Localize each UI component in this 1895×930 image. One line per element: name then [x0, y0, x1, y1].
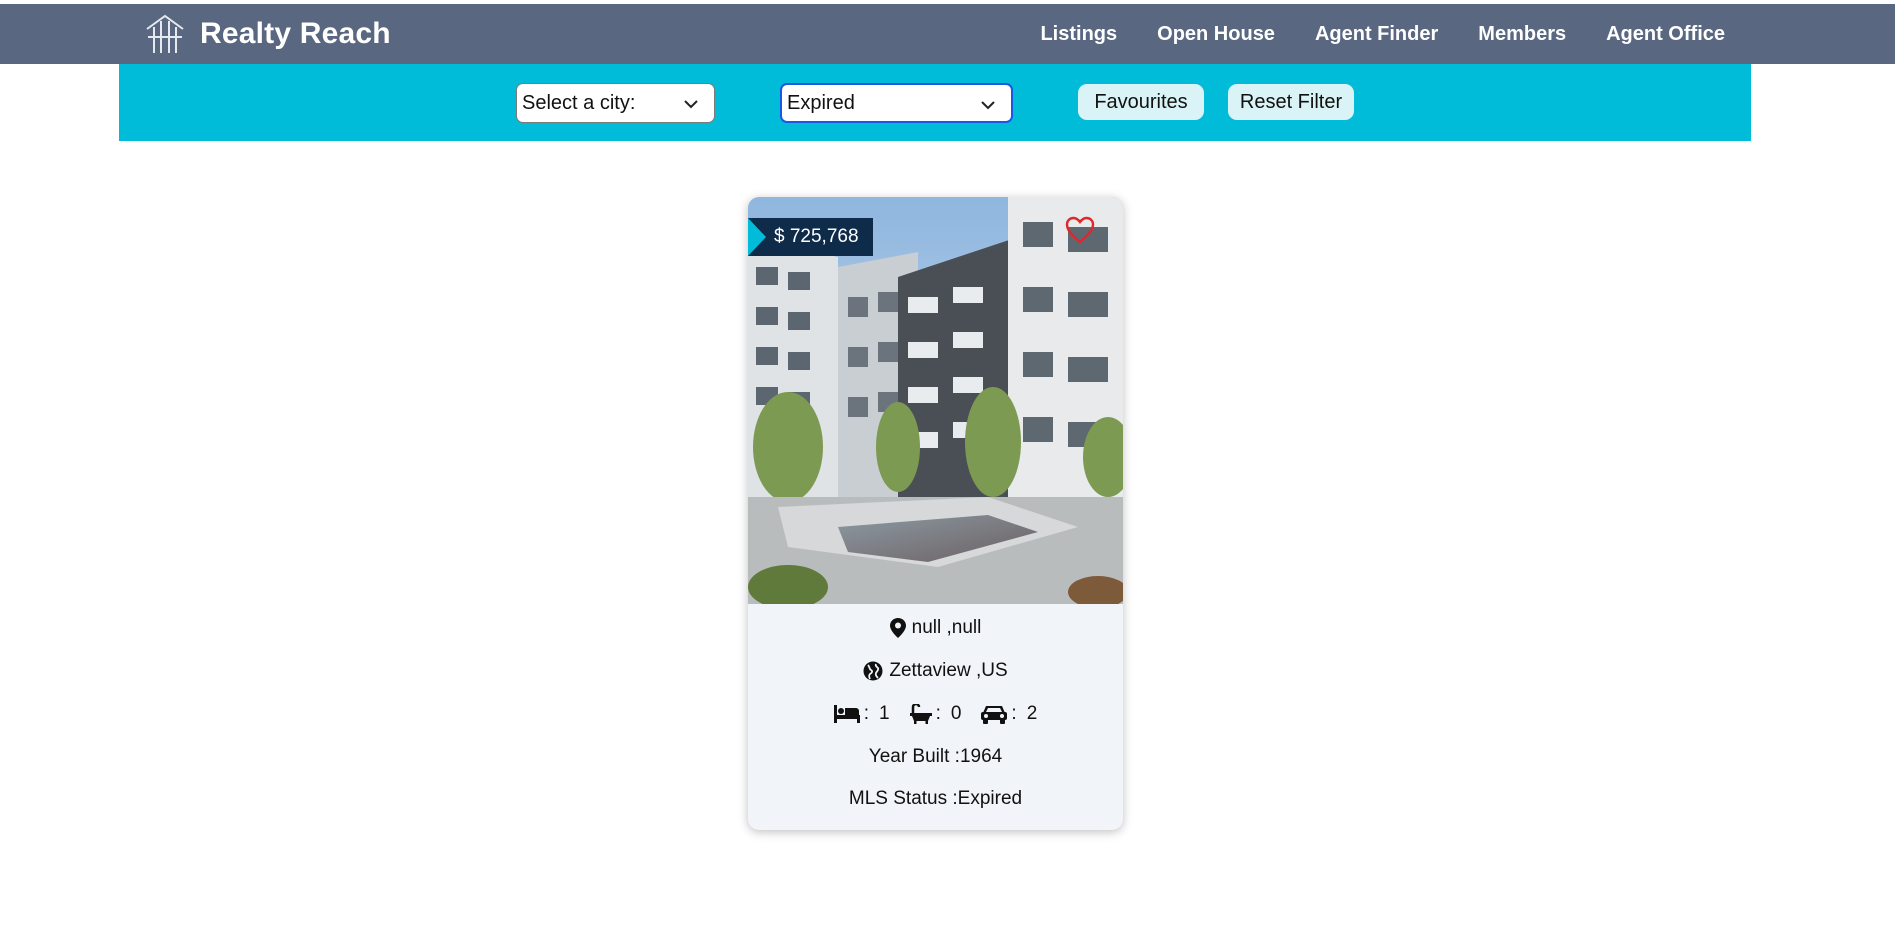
nav-links: Listings Open House Agent Finder Members…: [1040, 4, 1725, 64]
brand-link[interactable]: Realty Reach: [144, 14, 391, 54]
city-select-value: Select a city:: [522, 91, 636, 114]
listing-photo: [748, 197, 1123, 604]
status-select-value: Expired: [787, 91, 855, 114]
price-tag-arrow: [748, 218, 766, 256]
city-select[interactable]: Select a city:: [516, 83, 715, 123]
price-tag: $ 725,768: [748, 218, 873, 256]
year-built: Year Built :1964: [868, 746, 1003, 767]
listing-price: $ 725,768: [774, 226, 859, 247]
globe-icon: [863, 661, 883, 681]
parking-count: 2: [1026, 703, 1038, 724]
car-icon: [981, 706, 1008, 724]
favourites-button[interactable]: Favourites: [1078, 84, 1204, 120]
nav-item-agent-finder[interactable]: Agent Finder: [1315, 23, 1438, 46]
beds-feature: : 1: [833, 703, 904, 725]
location-row: Zettaview ,US: [748, 660, 1123, 682]
top-navbar: Realty Reach Listings Open House Agent F…: [0, 4, 1895, 64]
parking-feature: : 2: [981, 703, 1037, 725]
filter-bar: Select a city: Expired Favourites Reset …: [119, 64, 1751, 141]
nav-item-members[interactable]: Members: [1478, 23, 1566, 46]
listing-address: null ,null: [911, 617, 982, 638]
reset-filter-button[interactable]: Reset Filter: [1228, 84, 1354, 120]
heart-icon[interactable]: [1064, 214, 1096, 246]
brand-name: Realty Reach: [200, 17, 391, 50]
listing-card[interactable]: $ 725,768 null ,null Zettaview ,US: 1:…: [748, 197, 1123, 830]
address-row: null ,null: [748, 617, 1123, 639]
listing-location: Zettaview ,US: [889, 660, 1008, 681]
bed-icon: [833, 705, 860, 723]
chevron-down-icon: [684, 100, 698, 109]
baths-feature: : 0: [909, 703, 976, 725]
nav-item-agent-office[interactable]: Agent Office: [1606, 23, 1725, 46]
mls-status-row: MLS Status :Expired: [748, 788, 1123, 810]
map-pin-icon: [889, 618, 906, 638]
year-built-row: Year Built :1964: [748, 746, 1123, 768]
chevron-down-icon: [981, 101, 995, 110]
nav-item-open-house[interactable]: Open House: [1157, 23, 1275, 46]
status-select[interactable]: Expired: [780, 83, 1013, 123]
features-row: : 1 : 0: 2: [748, 703, 1123, 725]
nav-item-listings[interactable]: Listings: [1040, 23, 1117, 46]
building-logo-icon: [146, 14, 184, 53]
bath-icon: [909, 704, 932, 724]
baths-count: 0: [950, 703, 962, 724]
mls-status: MLS Status :Expired: [848, 788, 1023, 809]
beds-count: 1: [878, 703, 890, 724]
